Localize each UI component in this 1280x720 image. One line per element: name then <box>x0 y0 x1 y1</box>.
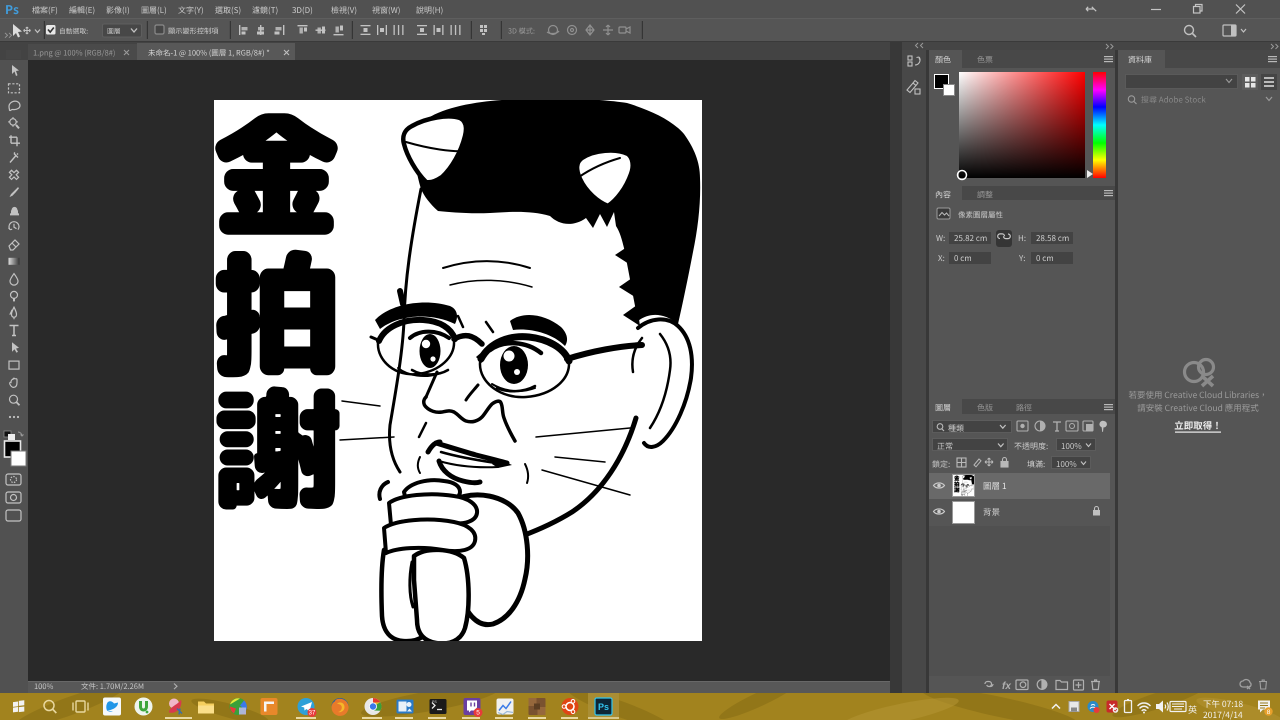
svg-text:fx: fx <box>1002 681 1011 692</box>
